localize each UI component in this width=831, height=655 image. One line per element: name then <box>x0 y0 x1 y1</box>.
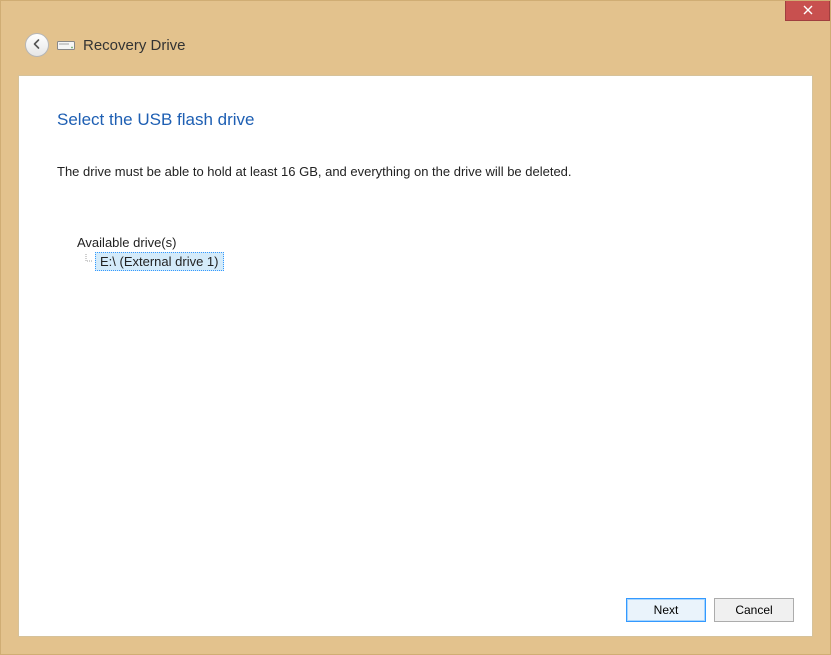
tree-connector-icon <box>83 254 95 271</box>
available-drives-label: Available drive(s) <box>77 235 774 250</box>
close-button[interactable] <box>785 1 830 21</box>
drive-icon <box>57 38 75 52</box>
window-title: Recovery Drive <box>83 37 186 54</box>
footer-button-row: Next Cancel <box>626 598 794 622</box>
page-heading: Select the USB flash drive <box>57 110 774 130</box>
close-icon <box>803 4 813 18</box>
back-arrow-icon <box>31 38 43 53</box>
next-button[interactable]: Next <box>626 598 706 622</box>
content-panel: Select the USB flash drive The drive mus… <box>18 75 813 637</box>
titlebar <box>1 1 830 29</box>
drive-tree: E:\ (External drive 1) <box>77 252 774 271</box>
available-drives-section: Available drive(s) E:\ (External drive 1… <box>57 235 774 271</box>
drive-item[interactable]: E:\ (External drive 1) <box>95 252 224 271</box>
description-text: The drive must be able to hold at least … <box>57 164 774 179</box>
header-row: Recovery Drive <box>1 29 830 69</box>
back-button[interactable] <box>25 33 49 57</box>
recovery-drive-wizard-window: Recovery Drive Select the USB flash driv… <box>0 0 831 655</box>
cancel-button[interactable]: Cancel <box>714 598 794 622</box>
content-inner: Select the USB flash drive The drive mus… <box>19 76 812 636</box>
